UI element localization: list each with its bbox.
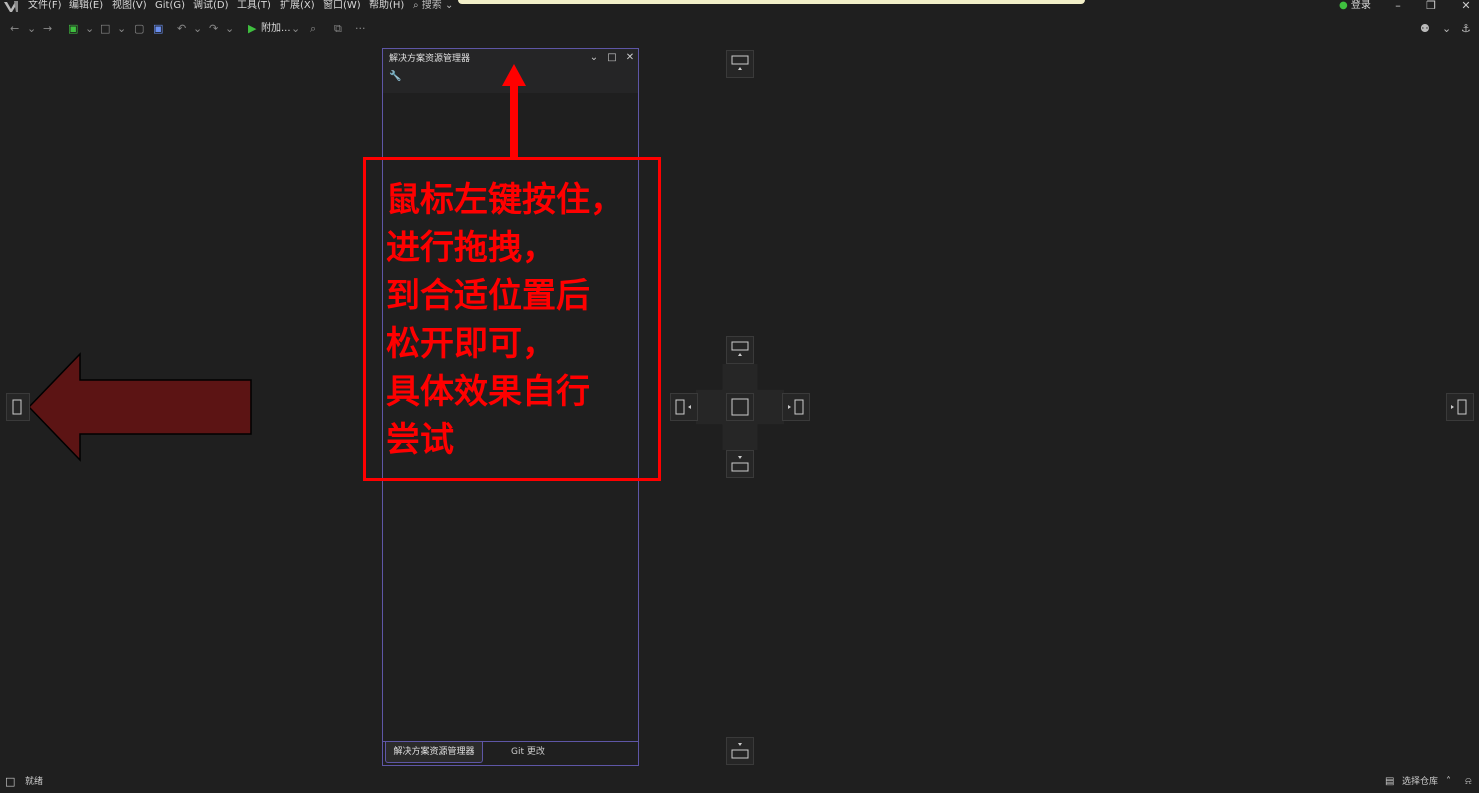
- annotation-arrow-up: [502, 64, 526, 160]
- share-icon[interactable]: ⚓: [1461, 19, 1471, 39]
- menu-edit[interactable]: 编辑(E): [69, 0, 103, 12]
- menu-debug[interactable]: 调试(D): [193, 0, 229, 12]
- menu-help[interactable]: 帮助(H): [369, 0, 404, 12]
- chevron-up-icon[interactable]: ˄: [1446, 775, 1451, 789]
- wrench-icon[interactable]: 🔧: [389, 71, 401, 83]
- dock-guide-top-edge[interactable]: [726, 50, 754, 78]
- chevron-down-icon[interactable]: ⌄: [225, 19, 234, 39]
- dock-guide-right-edge[interactable]: [1446, 393, 1474, 421]
- tab-solution-explorer[interactable]: 解决方案资源管理器: [385, 742, 483, 763]
- back-icon[interactable]: ←: [10, 19, 19, 39]
- chevron-down-icon: ⌄: [444, 0, 454, 11]
- dock-guide-center-tab[interactable]: [726, 393, 754, 421]
- save-all-icon[interactable]: ▣: [153, 19, 163, 39]
- search-icon: ⌕: [413, 0, 419, 11]
- toolbar: ← ⌄ → ▣ ⌄ □ ⌄ ▢ ▣ ↶ ⌄ ↷ ⌄ ▶ 附加... ⌄ ⌕ ⧉ …: [5, 19, 370, 39]
- dock-guide-center-top[interactable]: [726, 336, 754, 364]
- account-icon: ●: [1339, 0, 1348, 11]
- minimize-icon[interactable]: –: [1390, 0, 1406, 13]
- menu-extensions[interactable]: 扩展(X): [280, 0, 315, 12]
- redo-icon[interactable]: ↷: [209, 19, 218, 39]
- menubar: 文件(F) 编辑(E) 视图(V) Git(G) 调试(D) 工具(T) 扩展(…: [0, 0, 1479, 14]
- status-bar: □ 就绪 ▤ 选择仓库 ˄ ⍾: [0, 772, 1479, 793]
- restore-icon[interactable]: ❐: [1423, 0, 1439, 13]
- dock-guide-center-left[interactable]: [670, 393, 698, 421]
- annotation-arrow-left: [28, 352, 252, 462]
- menu-file[interactable]: 文件(F): [28, 0, 62, 12]
- title-highlight-bar: [458, 0, 1085, 4]
- chevron-down-icon[interactable]: ⌄: [291, 19, 300, 39]
- search-box[interactable]: ⌕ 搜索 ⌄: [413, 0, 463, 12]
- status-text: 就绪: [25, 777, 44, 787]
- select-repository-button[interactable]: 选择仓库: [1402, 776, 1438, 788]
- bell-icon[interactable]: ⍾: [1465, 775, 1472, 789]
- menu-window[interactable]: 窗口(W): [323, 0, 361, 12]
- copilot-icon[interactable]: ⚉: [1420, 19, 1430, 39]
- tab-git-changes[interactable]: Git 更改: [511, 742, 545, 762]
- menu-view[interactable]: 视图(V): [112, 0, 147, 12]
- menu-tools[interactable]: 工具(T): [237, 0, 271, 12]
- chevron-down-icon[interactable]: ⌄: [193, 19, 202, 39]
- login-label: 登录: [1350, 0, 1371, 11]
- search-label: 搜索: [421, 0, 442, 11]
- attach-button[interactable]: 附加...: [261, 19, 291, 39]
- panel-title: 解决方案资源管理器: [389, 54, 471, 64]
- dock-guide-center-bottom[interactable]: [726, 450, 754, 478]
- forward-icon[interactable]: →: [43, 19, 52, 39]
- repository-icon[interactable]: ▤: [1385, 775, 1394, 789]
- chevron-down-icon[interactable]: ⌄: [1442, 19, 1451, 39]
- chevron-down-icon[interactable]: ⌄: [85, 19, 94, 39]
- close-icon[interactable]: ✕: [623, 51, 637, 65]
- annotation-box: 鼠标左键按住， 进行拖拽， 到合适位置后 松开即可， 具体效果自行 尝试: [363, 157, 661, 481]
- undo-icon[interactable]: ↶: [177, 19, 186, 39]
- maximize-icon[interactable]: □: [605, 51, 619, 65]
- chevron-down-icon[interactable]: ⌄: [117, 19, 126, 39]
- close-icon[interactable]: ✕: [1458, 0, 1474, 13]
- save-icon[interactable]: ▢: [134, 19, 144, 39]
- open-file-icon[interactable]: □: [100, 19, 110, 39]
- annotation-text: 鼠标左键按住， 进行拖拽， 到合适位置后 松开即可， 具体效果自行 尝试: [386, 180, 624, 460]
- more-button[interactable]: ···: [355, 19, 366, 39]
- new-project-icon[interactable]: ▣: [68, 19, 78, 39]
- login-button[interactable]: ● 登录: [1339, 0, 1371, 12]
- menu-git[interactable]: Git(G): [155, 0, 185, 12]
- chevron-down-icon[interactable]: ⌄: [27, 19, 36, 39]
- dock-guide-bottom-edge[interactable]: [726, 737, 754, 765]
- chevron-down-icon[interactable]: ⌄: [587, 51, 601, 65]
- dock-guide-center-right[interactable]: [782, 393, 810, 421]
- dock-guide-left-edge[interactable]: [6, 393, 30, 421]
- play-icon[interactable]: ▶: [248, 19, 256, 39]
- feedback-icon[interactable]: □: [5, 775, 15, 789]
- browser-link-icon[interactable]: ⧉: [334, 19, 342, 39]
- panel-tab-strip: 解决方案资源管理器 Git 更改: [383, 741, 638, 766]
- find-in-files-icon[interactable]: ⌕: [310, 19, 316, 39]
- vs-logo-icon: [3, 0, 19, 13]
